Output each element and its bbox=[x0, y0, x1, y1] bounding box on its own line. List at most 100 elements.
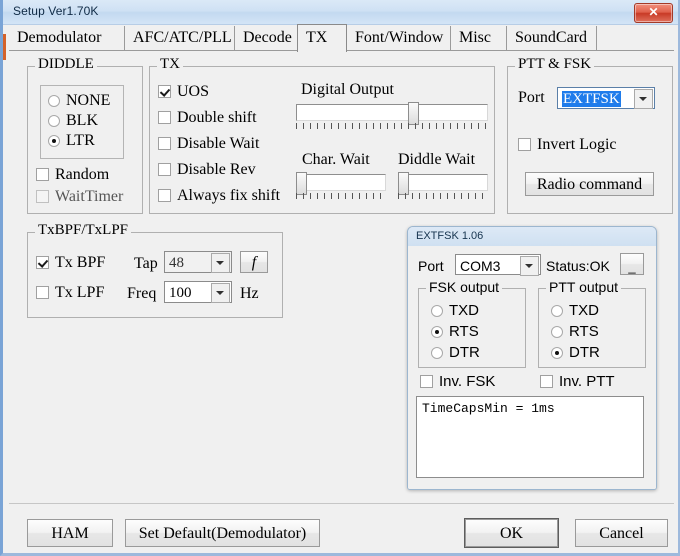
checkbox-label: Disable Wait bbox=[177, 135, 260, 152]
window-frame-accent bbox=[3, 34, 6, 60]
radio-indicator bbox=[48, 135, 60, 147]
radio-label: BLK bbox=[66, 112, 98, 129]
window-title: Setup Ver1.70K bbox=[13, 4, 99, 18]
radio-label: TXD bbox=[449, 302, 479, 319]
extfsk-port-label: Port bbox=[418, 258, 444, 274]
freq-label: Freq bbox=[127, 285, 157, 302]
ham-button[interactable]: HAM bbox=[27, 519, 113, 547]
group-txbpf-txlpf: TxBPF/TxLPF Tx BPF Tx LPF Tap 48 f Freq … bbox=[27, 223, 283, 318]
radio-fsk-dtr[interactable]: DTR bbox=[431, 345, 480, 361]
tab-font-window[interactable]: Font/Window bbox=[347, 26, 451, 50]
freq-combobox[interactable]: 100 bbox=[164, 281, 232, 303]
slider-rail bbox=[296, 174, 386, 191]
hz-label: Hz bbox=[240, 285, 259, 302]
checkbox-label: Random bbox=[55, 166, 110, 183]
checkbox-label: Tx LPF bbox=[55, 284, 105, 301]
slider-thumb[interactable] bbox=[296, 172, 307, 195]
checkbox-waittimer[interactable]: WaitTimer bbox=[36, 189, 123, 205]
radio-ptt-rts[interactable]: RTS bbox=[551, 324, 599, 340]
setup-window: Setup Ver1.70K ✕ Demodulator AFC/ATC/PLL… bbox=[0, 0, 680, 556]
chevron-down-icon[interactable] bbox=[634, 89, 653, 109]
checkbox-disable-wait[interactable]: Disable Wait bbox=[158, 136, 259, 152]
ptt-port-combobox[interactable]: EXTFSK bbox=[557, 87, 655, 109]
radio-diddle-ltr[interactable]: LTR bbox=[48, 133, 95, 149]
extfsk-minimize-button[interactable]: _ bbox=[620, 253, 644, 275]
radio-label: RTS bbox=[449, 323, 479, 340]
tab-afc-atc-pll[interactable]: AFC/ATC/PLL bbox=[125, 26, 235, 50]
radio-label: LTR bbox=[66, 132, 95, 149]
extfsk-status: Status:OK bbox=[546, 258, 610, 274]
freq-value: 100 bbox=[169, 285, 192, 301]
tab-tx[interactable]: TX bbox=[297, 24, 347, 52]
checkbox-inv-fsk[interactable]: Inv. FSK bbox=[420, 374, 495, 390]
chevron-down-icon[interactable] bbox=[211, 253, 230, 273]
radio-indicator bbox=[431, 305, 443, 317]
extfsk-port-combobox[interactable]: COM3 bbox=[455, 254, 541, 276]
tap-combobox[interactable]: 48 bbox=[164, 251, 232, 273]
slider-thumb[interactable] bbox=[398, 172, 409, 195]
radio-diddle-blk[interactable]: BLK bbox=[48, 113, 98, 129]
set-default-button[interactable]: Set Default(Demodulator) bbox=[125, 519, 320, 547]
radio-indicator bbox=[551, 305, 563, 317]
checkbox-indicator bbox=[518, 138, 531, 151]
radio-diddle-none[interactable]: NONE bbox=[48, 93, 110, 109]
diddle-wait-label: Diddle Wait bbox=[398, 151, 476, 168]
group-fsk-output-legend: FSK output bbox=[426, 280, 503, 295]
footer-separator bbox=[9, 503, 674, 504]
radio-label: DTR bbox=[449, 344, 480, 361]
close-icon[interactable]: ✕ bbox=[634, 3, 673, 23]
chevron-down-icon[interactable] bbox=[211, 283, 230, 303]
checkbox-label: WaitTimer bbox=[55, 188, 124, 205]
radio-label: NONE bbox=[66, 92, 111, 109]
checkbox-indicator bbox=[158, 137, 171, 150]
radio-label: TXD bbox=[569, 302, 599, 319]
cancel-button[interactable]: Cancel bbox=[575, 519, 668, 547]
radio-indicator bbox=[48, 95, 60, 107]
ok-button[interactable]: OK bbox=[465, 519, 558, 547]
checkbox-indicator bbox=[158, 189, 171, 202]
checkbox-label: Always fix shift bbox=[177, 187, 281, 204]
extfsk-title-bar: EXTFSK 1.06 bbox=[408, 227, 656, 247]
checkbox-label: Tx BPF bbox=[55, 254, 106, 271]
radio-indicator bbox=[431, 326, 443, 338]
checkbox-indicator bbox=[36, 256, 49, 269]
radio-ptt-txd[interactable]: TXD bbox=[551, 303, 599, 319]
checkbox-indicator bbox=[36, 286, 49, 299]
group-txbpf-legend: TxBPF/TxLPF bbox=[35, 223, 132, 238]
checkbox-label: UOS bbox=[177, 83, 210, 100]
group-ptt-output: PTT output TXD RTS DTR bbox=[538, 280, 646, 368]
checkbox-label: Invert Logic bbox=[537, 136, 617, 153]
tab-decode[interactable]: Decode bbox=[235, 26, 304, 50]
checkbox-always-fix-shift[interactable]: Always fix shift bbox=[158, 188, 280, 204]
slider-thumb[interactable] bbox=[408, 102, 419, 125]
checkbox-double-shift[interactable]: Double shift bbox=[158, 110, 257, 126]
radio-ptt-dtr[interactable]: DTR bbox=[551, 345, 600, 361]
extfsk-log-textarea[interactable]: TimeCapsMin = 1ms bbox=[416, 396, 644, 478]
radio-fsk-txd[interactable]: TXD bbox=[431, 303, 479, 319]
chevron-down-icon[interactable] bbox=[520, 256, 539, 276]
checkbox-indicator bbox=[36, 168, 49, 181]
tab-soundcard[interactable]: SoundCard bbox=[507, 26, 597, 50]
checkbox-uos[interactable]: UOS bbox=[158, 84, 209, 100]
checkbox-inv-ptt[interactable]: Inv. PTT bbox=[540, 374, 615, 390]
tab-demodulator[interactable]: Demodulator bbox=[9, 26, 125, 50]
slider-rail bbox=[398, 174, 488, 191]
char-wait-label: Char. Wait bbox=[302, 151, 370, 168]
radio-command-button[interactable]: Radio command bbox=[525, 172, 654, 196]
checkbox-invert-logic[interactable]: Invert Logic bbox=[518, 137, 617, 153]
extfsk-body: Port COM3 Status:OK _ FSK output TXD RTS… bbox=[408, 246, 656, 489]
group-ptt-output-legend: PTT output bbox=[546, 280, 622, 295]
digital-output-label: Digital Output bbox=[301, 81, 394, 98]
checkbox-indicator bbox=[540, 375, 553, 388]
checkbox-disable-rev[interactable]: Disable Rev bbox=[158, 162, 256, 178]
ptt-port-label: Port bbox=[518, 89, 545, 106]
group-diddle: DIDDLE NONE BLK LTR Random WaitTimer bbox=[27, 57, 143, 214]
tab-misc[interactable]: Misc bbox=[451, 26, 507, 50]
radio-indicator bbox=[551, 326, 563, 338]
checkbox-tx-lpf[interactable]: Tx LPF bbox=[36, 285, 104, 301]
checkbox-tx-bpf[interactable]: Tx BPF bbox=[36, 255, 105, 271]
radio-fsk-rts[interactable]: RTS bbox=[431, 324, 479, 340]
f-button[interactable]: f bbox=[240, 251, 268, 273]
checkbox-indicator bbox=[420, 375, 433, 388]
checkbox-random[interactable]: Random bbox=[36, 167, 109, 183]
